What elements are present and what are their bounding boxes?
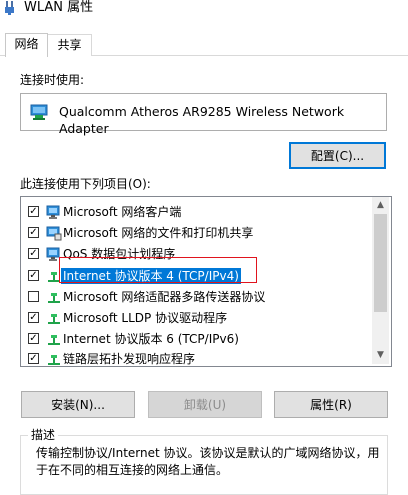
list-item-ipv6[interactable]: ✓ Internet 协议版本 6 (TCP/IPv6) [21,328,373,350]
file-printer-share-icon [46,226,62,241]
uninstall-button[interactable]: 卸载(U) [148,391,262,418]
item-label: Microsoft 网络的文件和打印机共享 [63,226,254,240]
properties-button[interactable]: 属性(R) [274,391,388,418]
protocol-icon [48,335,60,345]
protocol-icon [48,293,60,303]
item-label: Microsoft LLDP 协议驱动程序 [63,311,228,325]
checkbox-lltd[interactable]: ✓ [28,353,39,364]
description-title: 描述 [28,427,59,443]
protocol-icon [48,314,60,324]
description-text: 传输控制协议/Internet 协议。该协议是默认的广域网络协议，用于在不同的相… [36,446,380,477]
checkbox-multiplexor[interactable] [28,291,39,302]
list-item-lldp[interactable]: ✓ Microsoft LLDP 协议驱动程序 [21,307,373,329]
tab-sharing[interactable]: 共享 [47,34,92,56]
item-label: 链路层拓扑发现响应程序 [63,352,196,366]
network-adapter-card-icon [30,104,48,120]
item-label: Internet 协议版本 6 (TCP/IPv6) [63,332,239,346]
item-label: Microsoft 网络客户端 [63,205,182,219]
list-scrollbar[interactable]: ▲ ▼ [372,197,389,364]
scroll-thumb[interactable] [374,214,387,312]
connect-using-label: 连接时使用: [20,73,85,87]
adapter-name: Qualcomm Atheros AR9285 Wireless Network… [59,104,345,136]
title-bar: WLAN 属性 [0,0,408,18]
tab-network[interactable]: 网络 [5,33,48,57]
list-item-lltd[interactable]: ✓ 链路层拓扑发现响应程序 [21,348,373,366]
checkbox-file-printer-sharing[interactable]: ✓ [28,227,39,238]
tab-network-label: 网络 [14,37,39,51]
window-title: WLAN 属性 [24,0,94,15]
item-label: Microsoft 网络适配器多路传送器协议 [63,290,266,304]
checkbox-qos[interactable]: ✓ [28,248,39,259]
checkbox-network-client[interactable]: ✓ [28,206,39,217]
install-button[interactable]: 安装(N)... [21,391,135,418]
list-item-network-client[interactable]: ✓ Microsoft 网络客户端 [21,201,373,223]
checkbox-ipv6[interactable]: ✓ [28,333,39,344]
items-section-label: 此连接使用下列项目(O): [20,177,151,191]
protocol-icon [48,355,60,365]
list-item-file-printer-sharing[interactable]: ✓ Microsoft 网络的文件和打印机共享 [21,222,373,244]
list-item-multiplexor[interactable]: Microsoft 网络适配器多路传送器协议 [21,286,373,308]
scroll-up-arrow-icon[interactable]: ▲ [372,197,389,214]
scroll-down-arrow-icon[interactable]: ▼ [372,347,389,364]
highlight-outline [59,257,257,283]
network-client-icon [46,205,60,219]
checkbox-lldp[interactable]: ✓ [28,312,39,323]
network-adapter-icon [5,1,14,15]
adapter-box: Qualcomm Atheros AR9285 Wireless Network… [20,93,387,136]
tab-sharing-label: 共享 [57,38,82,52]
checkbox-ipv4[interactable]: ✓ [28,270,39,281]
configure-button[interactable]: 配置(C)... [289,142,386,169]
